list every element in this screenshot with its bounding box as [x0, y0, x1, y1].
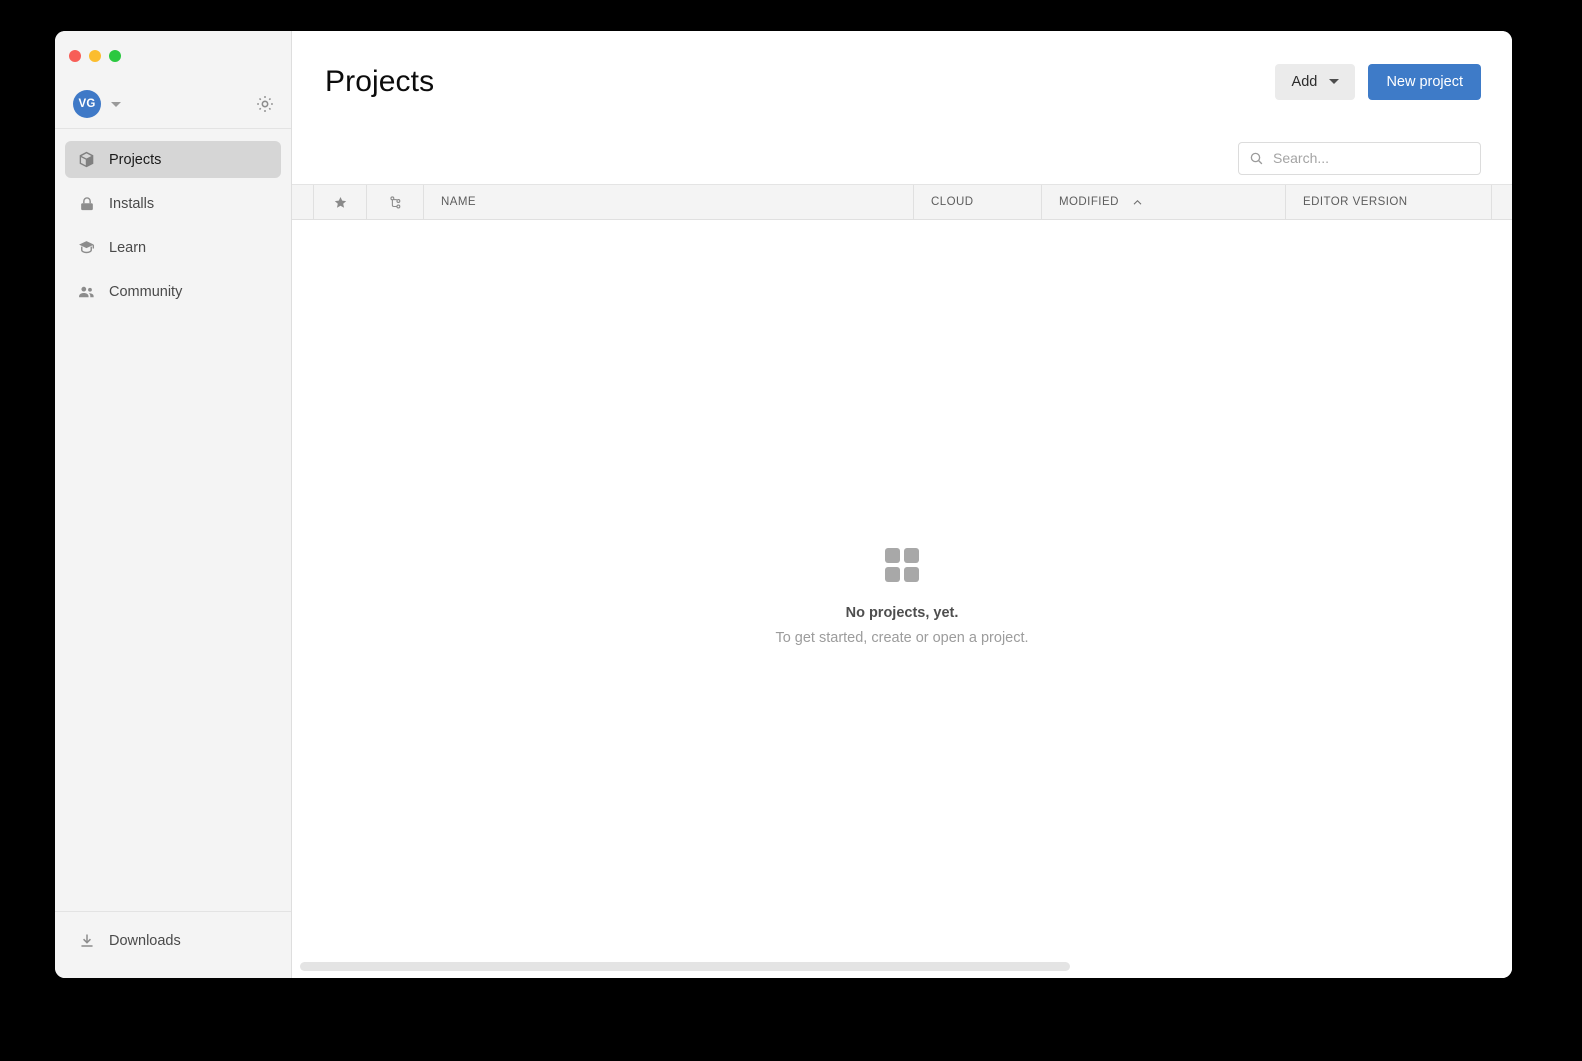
grid-four-squares-icon	[885, 548, 919, 583]
main-header: Projects Add New project	[292, 31, 1512, 132]
star-icon	[334, 196, 346, 208]
caret-down-icon	[1329, 79, 1340, 84]
search-input[interactable]	[1273, 150, 1470, 166]
empty-state-subtitle: To get started, create or open a project…	[775, 630, 1029, 647]
chevron-up-icon	[1131, 196, 1144, 209]
search-icon	[1250, 152, 1263, 164]
settings-button[interactable]	[255, 94, 275, 114]
table-column-label: MODIFIED	[1059, 196, 1119, 208]
add-button-label: Add	[1291, 73, 1318, 90]
minimize-window-button[interactable]	[89, 49, 101, 62]
table-column-actions	[1492, 185, 1512, 219]
table-column-cloud[interactable]: CLOUD	[914, 185, 1042, 219]
people-icon	[77, 282, 96, 301]
lock-icon	[77, 194, 96, 213]
download-icon	[77, 931, 96, 950]
close-window-button[interactable]	[69, 49, 81, 62]
sidebar-item-projects[interactable]: Projects	[65, 141, 281, 178]
sidebar-item-downloads[interactable]: Downloads	[65, 922, 281, 959]
branch-icon	[389, 195, 400, 208]
table-column-editor-version[interactable]: EDITOR VERSION	[1286, 185, 1492, 219]
new-project-button[interactable]: New project	[1368, 63, 1481, 100]
chevron-down-icon[interactable]	[111, 101, 121, 107]
search-box[interactable]	[1238, 141, 1481, 175]
horizontal-scrollbar[interactable]	[300, 962, 1512, 971]
search-row	[292, 132, 1512, 184]
sidebar-item-installs[interactable]: Installs	[65, 185, 281, 222]
sidebar-item-label: Community	[109, 283, 183, 300]
table-column-label: EDITOR VERSION	[1303, 196, 1408, 208]
projects-table-body: No projects, yet. To get started, create…	[292, 220, 1512, 978]
sidebar-item-label: Projects	[109, 151, 162, 168]
table-column-version-control[interactable]	[367, 185, 424, 219]
empty-state-title: No projects, yet.	[845, 605, 959, 622]
unity-hub-window: VG Projects Installs Learn Community Dow…	[55, 31, 1512, 978]
table-column-modified[interactable]: MODIFIED	[1042, 185, 1286, 219]
sidebar-item-label: Downloads	[109, 932, 181, 949]
account-bar: VG	[55, 80, 291, 129]
sidebar-item-label: Installs	[109, 195, 155, 212]
table-column-name[interactable]: NAME	[424, 185, 914, 219]
zoom-window-button[interactable]	[109, 49, 121, 62]
empty-state: No projects, yet. To get started, create…	[292, 548, 1512, 646]
window-traffic-lights	[55, 31, 291, 80]
sidebar-nav: Projects Installs Learn Community	[55, 129, 291, 911]
avatar[interactable]: VG	[73, 90, 101, 118]
graduation-cap-icon	[77, 238, 96, 257]
main-content: Projects Add New project Search... NAME …	[292, 31, 1512, 978]
sidebar: VG Projects Installs Learn Community Dow…	[55, 31, 292, 978]
add-button[interactable]: Add	[1275, 63, 1356, 100]
sidebar-item-label: Learn	[109, 239, 147, 256]
cube-icon	[77, 150, 96, 169]
horizontal-scrollbar-thumb[interactable]	[300, 962, 1070, 971]
sidebar-item-learn[interactable]: Learn	[65, 229, 281, 266]
table-column-label: NAME	[441, 196, 477, 208]
table-column-favorite[interactable]	[314, 185, 367, 219]
sidebar-footer: Downloads	[55, 911, 291, 978]
projects-table-header: NAME CLOUD MODIFIED EDITOR VERSION	[292, 184, 1512, 220]
gear-icon	[257, 96, 273, 112]
page-title: Projects	[325, 64, 435, 98]
sidebar-item-community[interactable]: Community	[65, 273, 281, 310]
table-column-spacer	[292, 185, 314, 219]
table-column-label: CLOUD	[931, 196, 974, 208]
